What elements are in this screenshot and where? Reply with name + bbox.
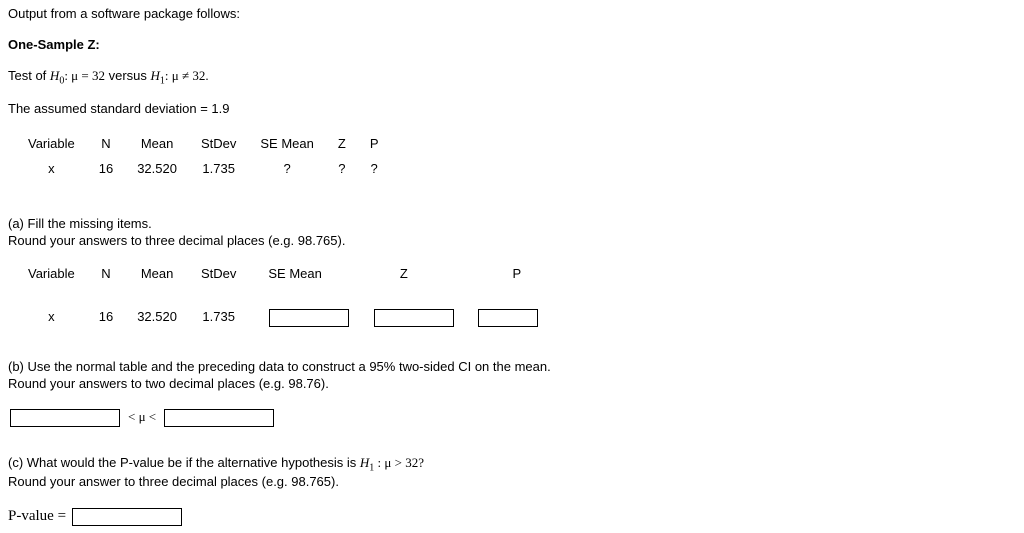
cell-z: ? — [326, 157, 358, 182]
col-semean: SE Mean — [248, 132, 325, 157]
cell-semean: ? — [248, 157, 325, 182]
ci-lower-input[interactable] — [10, 409, 120, 427]
answer-table: Variable N Mean StDev SE Mean Z P x 16 3… — [16, 262, 550, 331]
z-input[interactable] — [374, 309, 454, 327]
col-z: Z — [326, 132, 358, 157]
section-title: One-Sample Z: — [8, 37, 1016, 54]
cell-stdev: 1.735 — [189, 157, 248, 182]
col-n: N — [87, 262, 125, 287]
cell-variable: x — [16, 157, 87, 182]
part-a-line1: (a) Fill the missing items. — [8, 216, 1016, 233]
intro-text: Output from a software package follows: — [8, 6, 1016, 23]
cell-n: 16 — [87, 305, 125, 331]
col-p: P — [466, 262, 550, 287]
se-mean-input[interactable] — [269, 309, 349, 327]
col-variable: Variable — [16, 262, 87, 287]
cell-p: ? — [358, 157, 391, 182]
part-a-line2: Round your answers to three decimal plac… — [8, 233, 1016, 250]
p-input[interactable] — [478, 309, 538, 327]
part-c-prompt: (c) What would the P-value be if the alt… — [8, 455, 1016, 491]
part-a-prompt: (a) Fill the missing items. Round your a… — [8, 216, 1016, 250]
col-stdev: StDev — [189, 132, 248, 157]
cell-variable: x — [16, 305, 87, 331]
h1-text: : μ ≠ 32. — [165, 68, 209, 83]
versus-text: versus — [105, 68, 151, 83]
table-row: x 16 32.520 1.735 ? ? ? — [16, 157, 390, 182]
col-z: Z — [362, 262, 466, 287]
part-c-prefix: (c) What would the P-value be if the alt… — [8, 455, 360, 470]
pvalue-label: P-value = — [8, 507, 66, 527]
part-b-line1: (b) Use the normal table and the precedi… — [8, 359, 1016, 376]
part-b-prompt: (b) Use the normal table and the precedi… — [8, 359, 1016, 393]
col-variable: Variable — [16, 132, 87, 157]
hyp-prefix: Test of — [8, 68, 50, 83]
h0-text: : μ = 32 — [64, 68, 105, 83]
cell-stdev: 1.735 — [189, 305, 248, 331]
output-table: Variable N Mean StDev SE Mean Z P x 16 3… — [16, 132, 390, 182]
cell-mean: 32.520 — [125, 157, 189, 182]
col-semean: SE Mean — [248, 262, 361, 287]
assumed-sd: The assumed standard deviation = 1.9 — [8, 101, 1016, 118]
cell-n: 16 — [87, 157, 125, 182]
h1-text: : μ > 32? — [374, 455, 424, 470]
cell-mean: 32.520 — [125, 305, 189, 331]
col-n: N — [87, 132, 125, 157]
table-header-row: Variable N Mean StDev SE Mean Z P — [16, 132, 390, 157]
h1-label: H — [151, 68, 160, 83]
pvalue-input[interactable] — [72, 508, 182, 526]
col-stdev: StDev — [189, 262, 248, 287]
col-mean: Mean — [125, 262, 189, 287]
part-c-line2: Round your answer to three decimal place… — [8, 474, 1016, 491]
hypothesis-line: Test of H0: μ = 32 versus H1: μ ≠ 32. — [8, 68, 1016, 88]
col-p: P — [358, 132, 391, 157]
table-row: x 16 32.520 1.735 — [16, 305, 550, 331]
h1-label: H — [360, 455, 369, 470]
part-b-line2: Round your answers to two decimal places… — [8, 376, 1016, 393]
h0-label: H — [50, 68, 59, 83]
ci-mid-text: < μ < — [128, 409, 156, 426]
ci-upper-input[interactable] — [164, 409, 274, 427]
table-header-row: Variable N Mean StDev SE Mean Z P — [16, 262, 550, 287]
col-mean: Mean — [125, 132, 189, 157]
